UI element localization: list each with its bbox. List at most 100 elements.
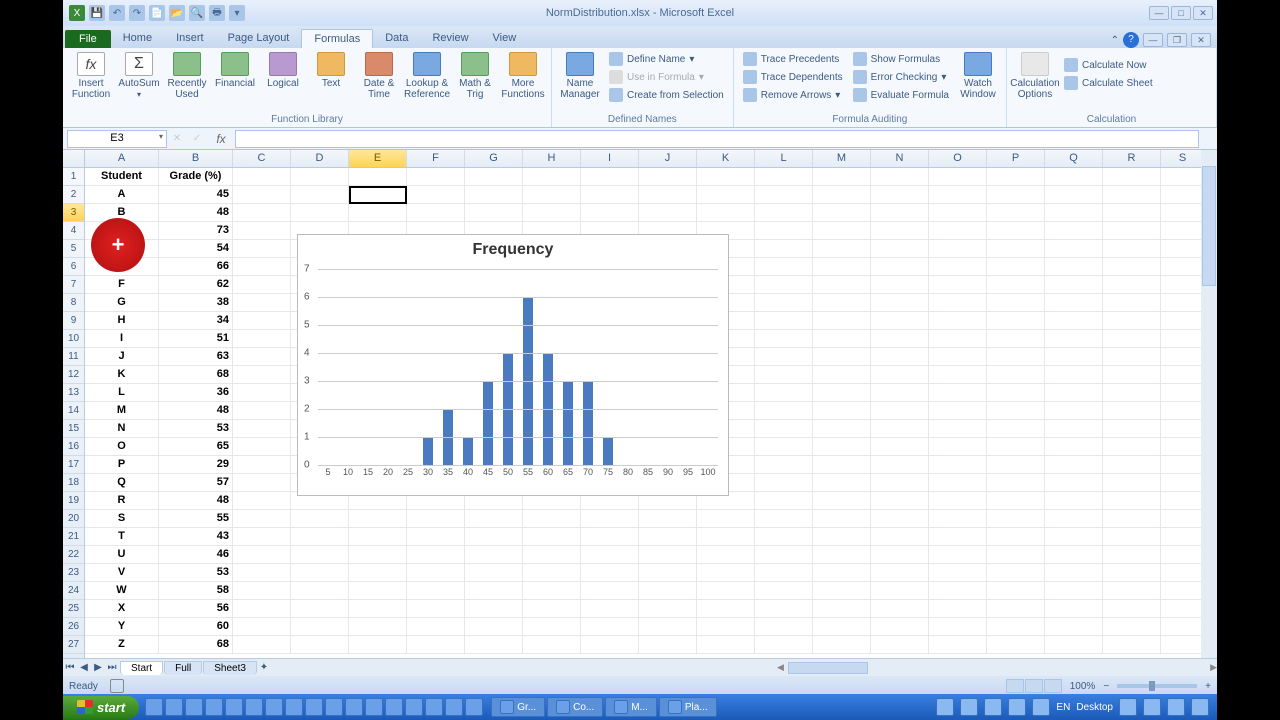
cell-Q20[interactable] [1045,510,1103,528]
cell-K25[interactable] [697,600,755,618]
cell-L27[interactable] [755,636,813,654]
redo-icon[interactable]: ↷ [129,5,145,21]
cell-J1[interactable] [639,168,697,186]
row-header-16[interactable]: 16 [63,438,84,456]
cell-O4[interactable] [929,222,987,240]
cell-N14[interactable] [871,402,929,420]
tray-icon-4[interactable] [1008,698,1026,716]
cell-H20[interactable] [523,510,581,528]
sheet-nav-first[interactable]: ⏮ [63,662,77,673]
cell-S5[interactable] [1161,240,1205,258]
new-sheet-button[interactable]: ✦ [257,662,271,673]
cell-P25[interactable] [987,600,1045,618]
cell-M1[interactable] [813,168,871,186]
cell-Q9[interactable] [1045,312,1103,330]
cell-C27[interactable] [233,636,291,654]
horizontal-scrollbar[interactable]: ◀ ▶ [777,661,1217,675]
column-header-S[interactable]: S [1161,150,1205,167]
cell-N15[interactable] [871,420,929,438]
tab-file[interactable]: File [65,30,111,48]
desktop-label[interactable]: Desktop [1076,702,1113,713]
cell-I20[interactable] [581,510,639,528]
cell-R15[interactable] [1103,420,1161,438]
cell-B27[interactable]: 68 [159,636,233,654]
cell-L13[interactable] [755,384,813,402]
column-header-F[interactable]: F [407,150,465,167]
tray-icon-7[interactable] [1143,698,1161,716]
cell-I23[interactable] [581,564,639,582]
row-header-10[interactable]: 10 [63,330,84,348]
ql-icon-15[interactable] [425,698,443,716]
cell-N17[interactable] [871,456,929,474]
undo-icon[interactable]: ↶ [109,5,125,21]
cell-A9[interactable]: H [85,312,159,330]
cell-A27[interactable]: Z [85,636,159,654]
cell-H24[interactable] [523,582,581,600]
cell-K1[interactable] [697,168,755,186]
cell-S4[interactable] [1161,222,1205,240]
cell-N8[interactable] [871,294,929,312]
cell-O23[interactable] [929,564,987,582]
cell-R14[interactable] [1103,402,1161,420]
cell-B16[interactable]: 65 [159,438,233,456]
row-header-23[interactable]: 23 [63,564,84,582]
cell-C5[interactable] [233,240,291,258]
cell-M7[interactable] [813,276,871,294]
cell-L4[interactable] [755,222,813,240]
ql-icon-1[interactable] [145,698,163,716]
cell-D2[interactable] [291,186,349,204]
cell-I2[interactable] [581,186,639,204]
cell-A2[interactable]: A [85,186,159,204]
cell-E24[interactable] [349,582,407,600]
tray-icon-6[interactable] [1119,698,1137,716]
cell-C23[interactable] [233,564,291,582]
cell-K26[interactable] [697,618,755,636]
cell-M18[interactable] [813,474,871,492]
new-icon[interactable]: 📄 [149,5,165,21]
row-header-4[interactable]: 4 [63,222,84,240]
cell-N10[interactable] [871,330,929,348]
cell-O7[interactable] [929,276,987,294]
cell-Q14[interactable] [1045,402,1103,420]
cell-L20[interactable] [755,510,813,528]
row-header-19[interactable]: 19 [63,492,84,510]
page-layout-view-button[interactable] [1025,679,1043,693]
cell-C1[interactable] [233,168,291,186]
cell-R2[interactable] [1103,186,1161,204]
cell-M13[interactable] [813,384,871,402]
cell-I3[interactable] [581,204,639,222]
cell-Q10[interactable] [1045,330,1103,348]
column-header-H[interactable]: H [523,150,581,167]
text-button[interactable]: Text [309,50,353,89]
chart-bar[interactable] [463,437,473,465]
row-header-3[interactable]: 3 [63,204,84,222]
cell-I25[interactable] [581,600,639,618]
cell-M11[interactable] [813,348,871,366]
tab-formulas[interactable]: Formulas [301,29,373,48]
cell-D1[interactable] [291,168,349,186]
cell-J23[interactable] [639,564,697,582]
cell-J24[interactable] [639,582,697,600]
print-icon[interactable]: 🖶 [209,5,225,21]
zoom-out-button[interactable]: − [1103,681,1109,692]
vertical-scrollbar[interactable] [1201,150,1217,658]
cell-L8[interactable] [755,294,813,312]
cell-R24[interactable] [1103,582,1161,600]
cell-B23[interactable]: 53 [159,564,233,582]
cell-I26[interactable] [581,618,639,636]
tray-icon-3[interactable] [984,698,1002,716]
cell-A8[interactable]: G [85,294,159,312]
cell-P16[interactable] [987,438,1045,456]
cell-H22[interactable] [523,546,581,564]
column-header-N[interactable]: N [871,150,929,167]
formula-input[interactable] [235,130,1199,148]
cell-P4[interactable] [987,222,1045,240]
cell-S1[interactable] [1161,168,1205,186]
tab-insert[interactable]: Insert [164,29,216,48]
chart-bar[interactable] [583,381,593,465]
cell-Q2[interactable] [1045,186,1103,204]
cell-O27[interactable] [929,636,987,654]
column-header-P[interactable]: P [987,150,1045,167]
cell-J2[interactable] [639,186,697,204]
cell-B12[interactable]: 68 [159,366,233,384]
